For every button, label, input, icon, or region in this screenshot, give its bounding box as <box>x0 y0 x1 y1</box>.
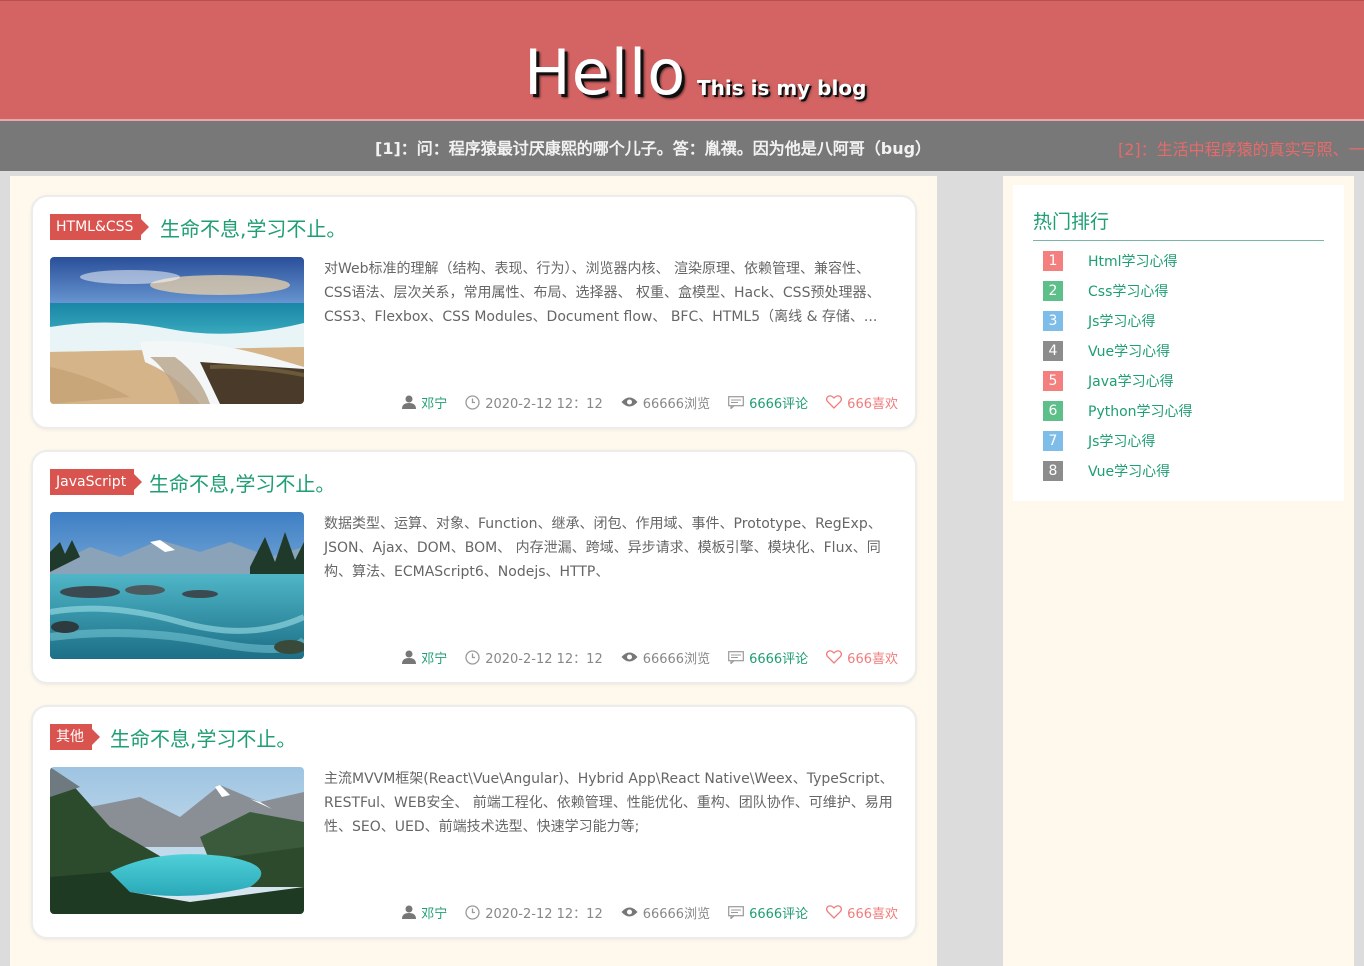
eye-icon <box>621 397 638 407</box>
post-comments-text: 6666评论 <box>749 651 809 667</box>
post-meta: 邓宁 2020-2-12 12：12 66666浏览 6666评论 666喜欢 <box>384 902 898 922</box>
post-date: 2020-2-12 12：12 <box>465 903 603 922</box>
post-author-name: 邓宁 <box>421 651 448 667</box>
ranking-item[interactable]: 7 Js学习心得 <box>1043 431 1155 451</box>
heart-icon <box>826 905 843 919</box>
post-description: 数据类型、运算、对象、Function、继承、闭包、作用域、事件、Prototy… <box>324 516 882 580</box>
site-title: Hello <box>524 36 687 109</box>
ranking-label[interactable]: Html学习心得 <box>1088 251 1178 271</box>
post-author[interactable]: 邓宁 <box>402 903 447 922</box>
post-likes-text: 666喜欢 <box>847 906 898 922</box>
post-date-text: 2020-2-12 12：12 <box>485 651 603 667</box>
post-date-text: 2020-2-12 12：12 <box>485 396 603 412</box>
ranking-number: 7 <box>1043 431 1063 451</box>
heart-icon <box>826 650 843 664</box>
post-likes-text: 666喜欢 <box>847 651 898 667</box>
post-title[interactable]: 生命不息,学习不止。 <box>110 724 296 754</box>
announcement-ticker: [1]：问：程序猿最讨厌康熙的哪个儿子。答：胤禩。因为他是八阿哥（bug） [2… <box>0 121 1364 171</box>
post-category-tag[interactable]: 其他 <box>50 724 100 750</box>
post-comments[interactable]: 6666评论 <box>728 393 808 412</box>
comment-icon <box>728 395 744 409</box>
ranking-item[interactable]: 6 Python学习心得 <box>1043 401 1193 421</box>
ranking-number: 6 <box>1043 401 1063 421</box>
eye-icon <box>621 907 638 917</box>
ranking-label[interactable]: Java学习心得 <box>1088 371 1174 391</box>
post-likes[interactable]: 666喜欢 <box>826 903 898 922</box>
ranking-item[interactable]: 4 Vue学习心得 <box>1043 341 1170 361</box>
post-views-text: 66666浏览 <box>642 396 711 412</box>
ranking-number: 3 <box>1043 311 1063 331</box>
ranking-item[interactable]: 3 Js学习心得 <box>1043 311 1155 331</box>
ranking-item[interactable]: 8 Vue学习心得 <box>1043 461 1170 481</box>
hot-ranking-title: 热门排行 <box>1033 211 1110 233</box>
user-icon <box>402 905 417 919</box>
clock-icon <box>465 649 480 665</box>
post-description: 对Web标准的理解（结构、表现、行为）、浏览器内核、 渲染原理、依赖管理、兼容性… <box>324 261 881 325</box>
post-author-name: 邓宁 <box>421 906 448 922</box>
post-author[interactable]: 邓宁 <box>402 393 447 412</box>
post-likes[interactable]: 666喜欢 <box>826 648 898 667</box>
comment-icon <box>728 905 744 919</box>
post-date-text: 2020-2-12 12：12 <box>485 906 603 922</box>
post-comments-text: 6666评论 <box>749 906 809 922</box>
post-list: HTML&CSS 生命不息,学习不止。 对Web标准的理解（结构、表现、行为）、… <box>10 176 937 966</box>
ranking-label[interactable]: Vue学习心得 <box>1088 461 1170 481</box>
user-icon <box>402 395 417 409</box>
ranking-label[interactable]: Js学习心得 <box>1088 311 1155 331</box>
ticker-item[interactable]: [1]：问：程序猿最讨厌康熙的哪个儿子。答：胤禩。因为他是八阿哥（bug） <box>375 135 931 159</box>
comment-icon <box>728 650 744 664</box>
ranking-item[interactable]: 1 Html学习心得 <box>1043 251 1178 271</box>
post-views-text: 66666浏览 <box>642 651 711 667</box>
clock-icon <box>465 904 480 920</box>
ranking-label[interactable]: Js学习心得 <box>1088 431 1155 451</box>
post-category-tag[interactable]: JavaScript <box>50 469 143 495</box>
post-meta: 邓宁 2020-2-12 12：12 66666浏览 6666评论 666喜欢 <box>384 392 898 412</box>
site-header: Hello This is my blog <box>0 0 1364 122</box>
hot-ranking-panel: 热门排行 1 Html学习心得 2 Css学习心得 3 Js学习心得 4 Vue… <box>1013 185 1344 501</box>
post-comments-text: 6666评论 <box>749 396 809 412</box>
ticker-item[interactable]: [2]：生活中程序猿的真实写照、一 <box>1118 136 1364 160</box>
clock-icon <box>465 394 480 410</box>
post-comments[interactable]: 6666评论 <box>728 903 808 922</box>
post-views-text: 66666浏览 <box>642 906 711 922</box>
ranking-number: 8 <box>1043 461 1063 481</box>
eye-icon <box>621 652 638 662</box>
hot-ranking-divider <box>1033 240 1324 241</box>
ranking-label[interactable]: Python学习心得 <box>1088 401 1193 421</box>
ranking-number: 5 <box>1043 371 1063 391</box>
post-card: JavaScript 生命不息,学习不止。 数据类型、运算、对象、Functio… <box>31 450 917 684</box>
post-views: 66666浏览 <box>621 903 710 922</box>
ranking-item[interactable]: 5 Java学习心得 <box>1043 371 1174 391</box>
post-category-tag[interactable]: HTML&CSS <box>50 214 150 240</box>
post-date: 2020-2-12 12：12 <box>465 648 603 667</box>
post-thumbnail[interactable] <box>50 767 304 914</box>
user-icon <box>402 650 417 664</box>
post-date: 2020-2-12 12：12 <box>465 393 603 412</box>
post-title[interactable]: 生命不息,学习不止。 <box>160 214 346 244</box>
post-views: 66666浏览 <box>621 393 710 412</box>
post-views: 66666浏览 <box>621 648 710 667</box>
post-author-name: 邓宁 <box>421 396 448 412</box>
post-title[interactable]: 生命不息,学习不止。 <box>149 469 335 499</box>
ranking-label[interactable]: Vue学习心得 <box>1088 341 1170 361</box>
ranking-label[interactable]: Css学习心得 <box>1088 281 1168 301</box>
ranking-item[interactable]: 2 Css学习心得 <box>1043 281 1168 301</box>
site-subtitle: This is my blog <box>697 76 867 100</box>
post-thumbnail[interactable] <box>50 257 304 404</box>
post-card: HTML&CSS 生命不息,学习不止。 对Web标准的理解（结构、表现、行为）、… <box>31 195 917 429</box>
heart-icon <box>826 395 843 409</box>
post-author[interactable]: 邓宁 <box>402 648 447 667</box>
post-comments[interactable]: 6666评论 <box>728 648 808 667</box>
post-thumbnail[interactable] <box>50 512 304 659</box>
ranking-number: 1 <box>1043 251 1063 271</box>
post-likes[interactable]: 666喜欢 <box>826 393 898 412</box>
post-card: 其他 生命不息,学习不止。 主流MVVM框架(React\Vue\Angular… <box>31 705 917 939</box>
post-meta: 邓宁 2020-2-12 12：12 66666浏览 6666评论 666喜欢 <box>384 647 898 667</box>
ranking-number: 4 <box>1043 341 1063 361</box>
post-likes-text: 666喜欢 <box>847 396 898 412</box>
post-description: 主流MVVM框架(React\Vue\Angular)、Hybrid App\R… <box>324 771 894 835</box>
ranking-number: 2 <box>1043 281 1063 301</box>
